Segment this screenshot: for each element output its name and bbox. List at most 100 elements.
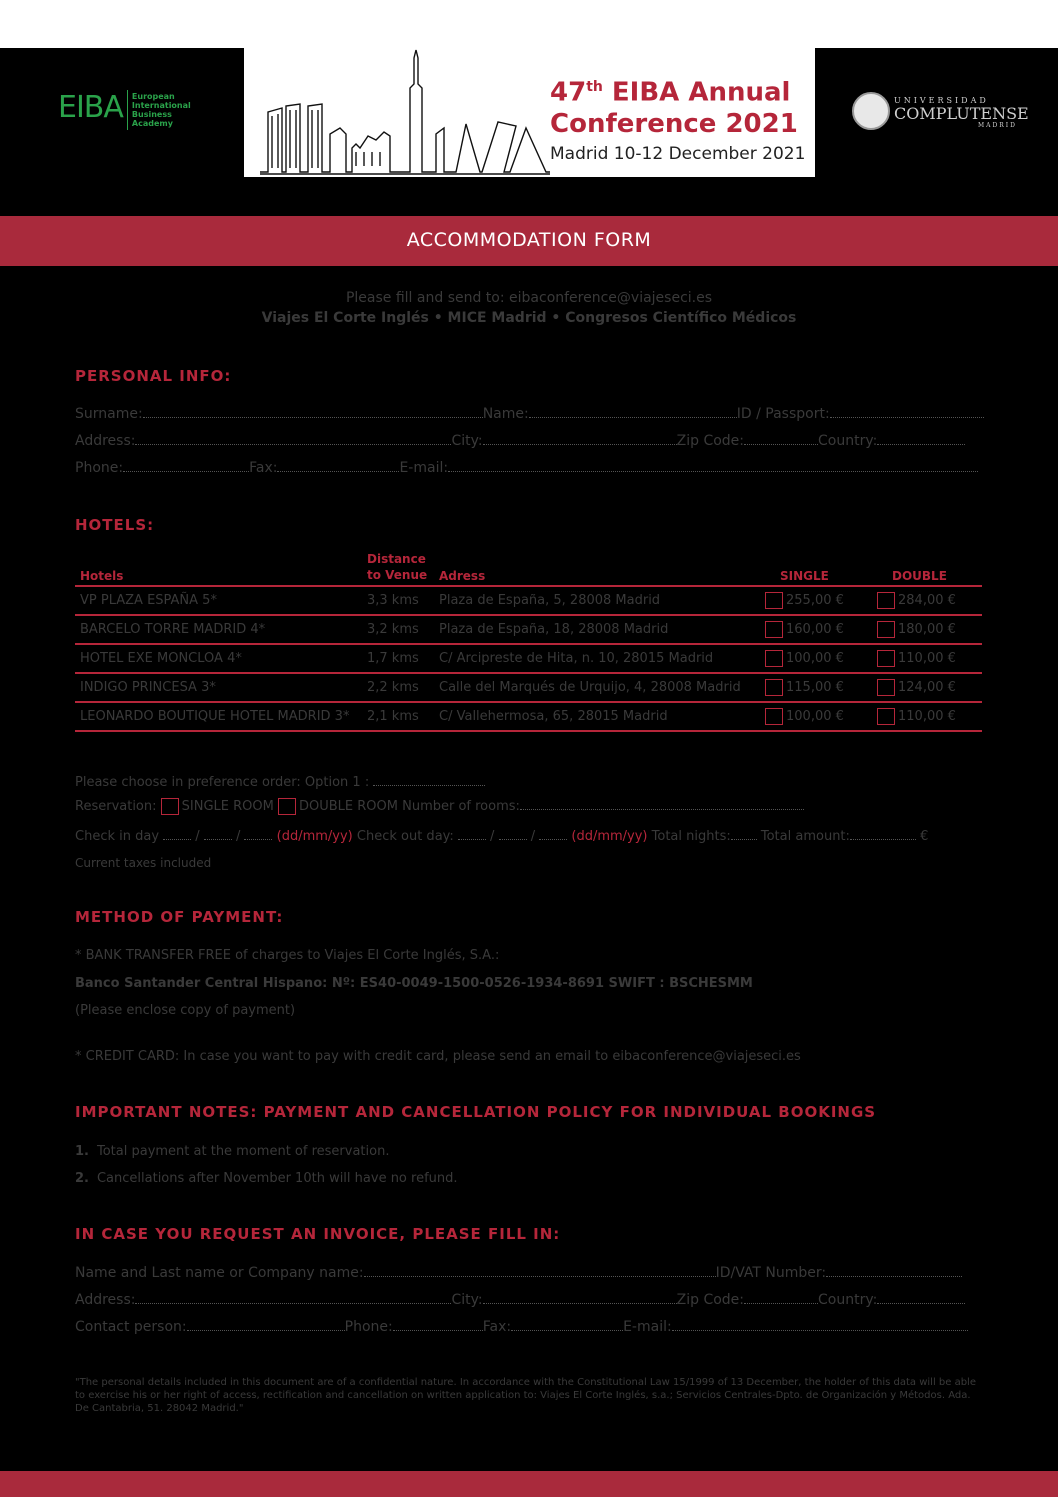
madrid-skyline-drawing: [260, 49, 550, 175]
hotel-distance: 2,1 kms: [362, 702, 434, 732]
double-checkbox[interactable]: [877, 679, 895, 696]
single-checkbox[interactable]: [765, 592, 783, 609]
single-cell: 160,00 €: [760, 615, 872, 645]
ucm-seal-icon: [852, 92, 890, 130]
double-price: 110,00 €: [898, 651, 956, 666]
double-checkbox[interactable]: [877, 592, 895, 609]
send-instructions: Please fill and send to: eibaconference@…: [345, 290, 713, 306]
invoice-zip-label: Zip Code:: [676, 1292, 744, 1308]
name-company-label: Name and Last name or Company name:: [75, 1265, 364, 1281]
hotels-table-header: Hotels Distance to Venue Adress SINGLE DO…: [75, 548, 982, 587]
checkin-month-field[interactable]: [203, 828, 232, 840]
name-label: Name:: [482, 406, 529, 422]
hotel-name: VP PLAZA ESPAÑA 5*: [75, 586, 362, 616]
eiba-logo-word: EIBA: [58, 90, 124, 125]
hotel-name: HOTEL EXE MONCLOA 4*: [75, 644, 362, 674]
checkout-month-field[interactable]: [498, 828, 527, 840]
eiba-desc-line: International: [131, 101, 191, 110]
hotel-address: C/ Arcipreste de Hita, n. 10, 28015 Madr…: [434, 644, 760, 674]
single-room-checkbox[interactable]: [160, 798, 179, 815]
single-checkbox[interactable]: [765, 708, 783, 725]
total-nights-field[interactable]: [730, 828, 757, 840]
list-item: 2. Cancellations after November 10th will…: [75, 1171, 458, 1186]
list-number: 2.: [75, 1171, 89, 1186]
col-address: Adress: [434, 548, 760, 587]
double-checkbox[interactable]: [877, 650, 895, 667]
invoice-address-label: Address:: [75, 1292, 136, 1308]
invoice-fax-label: Fax:: [482, 1319, 512, 1335]
total-amount-field[interactable]: [849, 828, 916, 840]
invoice-address-field[interactable]: [135, 1292, 452, 1304]
invoice-fax-field[interactable]: [511, 1319, 624, 1331]
double-room-checkbox[interactable]: [277, 798, 296, 815]
checkout-format: (dd/mm/yy): [571, 829, 648, 844]
list-item: 1. Total payment at the moment of reserva…: [75, 1144, 389, 1159]
city-field[interactable]: [482, 433, 677, 445]
surname-field[interactable]: [142, 406, 483, 418]
invoice-city-field[interactable]: [482, 1292, 677, 1304]
fax-field[interactable]: [277, 460, 400, 472]
invoice-email-field[interactable]: [671, 1319, 968, 1331]
id-label: ID / Passport:: [736, 406, 830, 422]
reservation-label: Reservation:: [75, 799, 157, 814]
invoice-row-1: Name and Last name or Company name: ID/VA…: [75, 1265, 963, 1281]
country-field[interactable]: [877, 433, 966, 445]
double-cell: 180,00 €: [872, 615, 982, 645]
total-amount-label: Total amount:: [760, 829, 850, 844]
title-number: 47: [550, 77, 587, 108]
checkin-format: (dd/mm/yy): [276, 829, 353, 844]
id-field[interactable]: [829, 406, 984, 418]
double-price: 124,00 €: [898, 680, 956, 695]
address-field[interactable]: [135, 433, 452, 445]
list-text: Cancellations after November 10th will h…: [96, 1171, 458, 1186]
single-checkbox[interactable]: [765, 650, 783, 667]
checkin-year-field[interactable]: [244, 828, 273, 840]
single-checkbox[interactable]: [765, 621, 783, 638]
invoice-country-field[interactable]: [877, 1292, 966, 1304]
email-field[interactable]: [448, 460, 979, 472]
dates-row: Check in day / / (dd/mm/yy) Check out da…: [75, 828, 929, 844]
eiba-desc-line: Business: [131, 110, 172, 119]
hotel-name: LEONARDO BOUTIQUE HOTEL MADRID 3*: [75, 702, 362, 732]
hotel-address: Calle del Marqués de Urquijo, 4, 28008 M…: [434, 673, 760, 703]
eiba-desc-line: European: [131, 92, 175, 101]
double-checkbox[interactable]: [877, 621, 895, 638]
preference-row: Please choose in preference order: Optio…: [75, 774, 486, 790]
checkout-year-field[interactable]: [539, 828, 568, 840]
table-row: LEONARDO BOUTIQUE HOTEL MADRID 3* 2,1 km…: [75, 702, 982, 732]
ucm-logo: UNIVERSIDAD COMPLUTENSE MADRID: [852, 92, 1029, 132]
single-checkbox[interactable]: [765, 679, 783, 696]
single-price: 160,00 €: [786, 622, 844, 637]
conference-title: 47th EIBA Annual Conference 2021: [550, 72, 798, 140]
notes-heading: IMPORTANT NOTES: PAYMENT AND CANCELLATIO…: [75, 1103, 877, 1121]
conference-title-line1: 47th EIBA Annual: [550, 72, 798, 109]
double-checkbox[interactable]: [877, 708, 895, 725]
table-row: BARCELO TORRE MADRID 4* 3,2 kms Plaza de…: [75, 615, 982, 645]
checkin-day-field[interactable]: [163, 828, 192, 840]
taxes-note: Current taxes included: [75, 856, 212, 870]
name-field[interactable]: [528, 406, 737, 418]
single-price: 100,00 €: [786, 651, 844, 666]
number-rooms-field[interactable]: [519, 798, 804, 810]
zip-field[interactable]: [744, 433, 818, 445]
invoice-phone-field[interactable]: [392, 1319, 483, 1331]
double-cell: 110,00 €: [872, 644, 982, 674]
conference-subtitle: Madrid 10-12 December 2021: [550, 144, 806, 164]
option-1-field[interactable]: [373, 774, 486, 786]
hotel-address: C/ Vallehermosa, 65, 28015 Madrid: [434, 702, 760, 732]
name-company-field[interactable]: [363, 1265, 716, 1277]
contact-field[interactable]: [186, 1319, 345, 1331]
total-nights-label: Total nights:: [651, 829, 731, 844]
email-label: E-mail:: [399, 460, 449, 476]
eiba-logo-separator: [126, 90, 128, 130]
hotel-name: BARCELO TORRE MADRID 4*: [75, 615, 362, 645]
invoice-zip-field[interactable]: [744, 1292, 818, 1304]
single-cell: 255,00 €: [760, 586, 872, 616]
city-label: City:: [451, 433, 483, 449]
checkout-day-field[interactable]: [457, 828, 486, 840]
single-cell: 100,00 €: [760, 702, 872, 732]
hotels-table: Hotels Distance to Venue Adress SINGLE DO…: [75, 548, 982, 732]
phone-field[interactable]: [123, 460, 250, 472]
payment-heading: METHOD OF PAYMENT:: [75, 908, 284, 926]
vat-field[interactable]: [826, 1265, 963, 1277]
